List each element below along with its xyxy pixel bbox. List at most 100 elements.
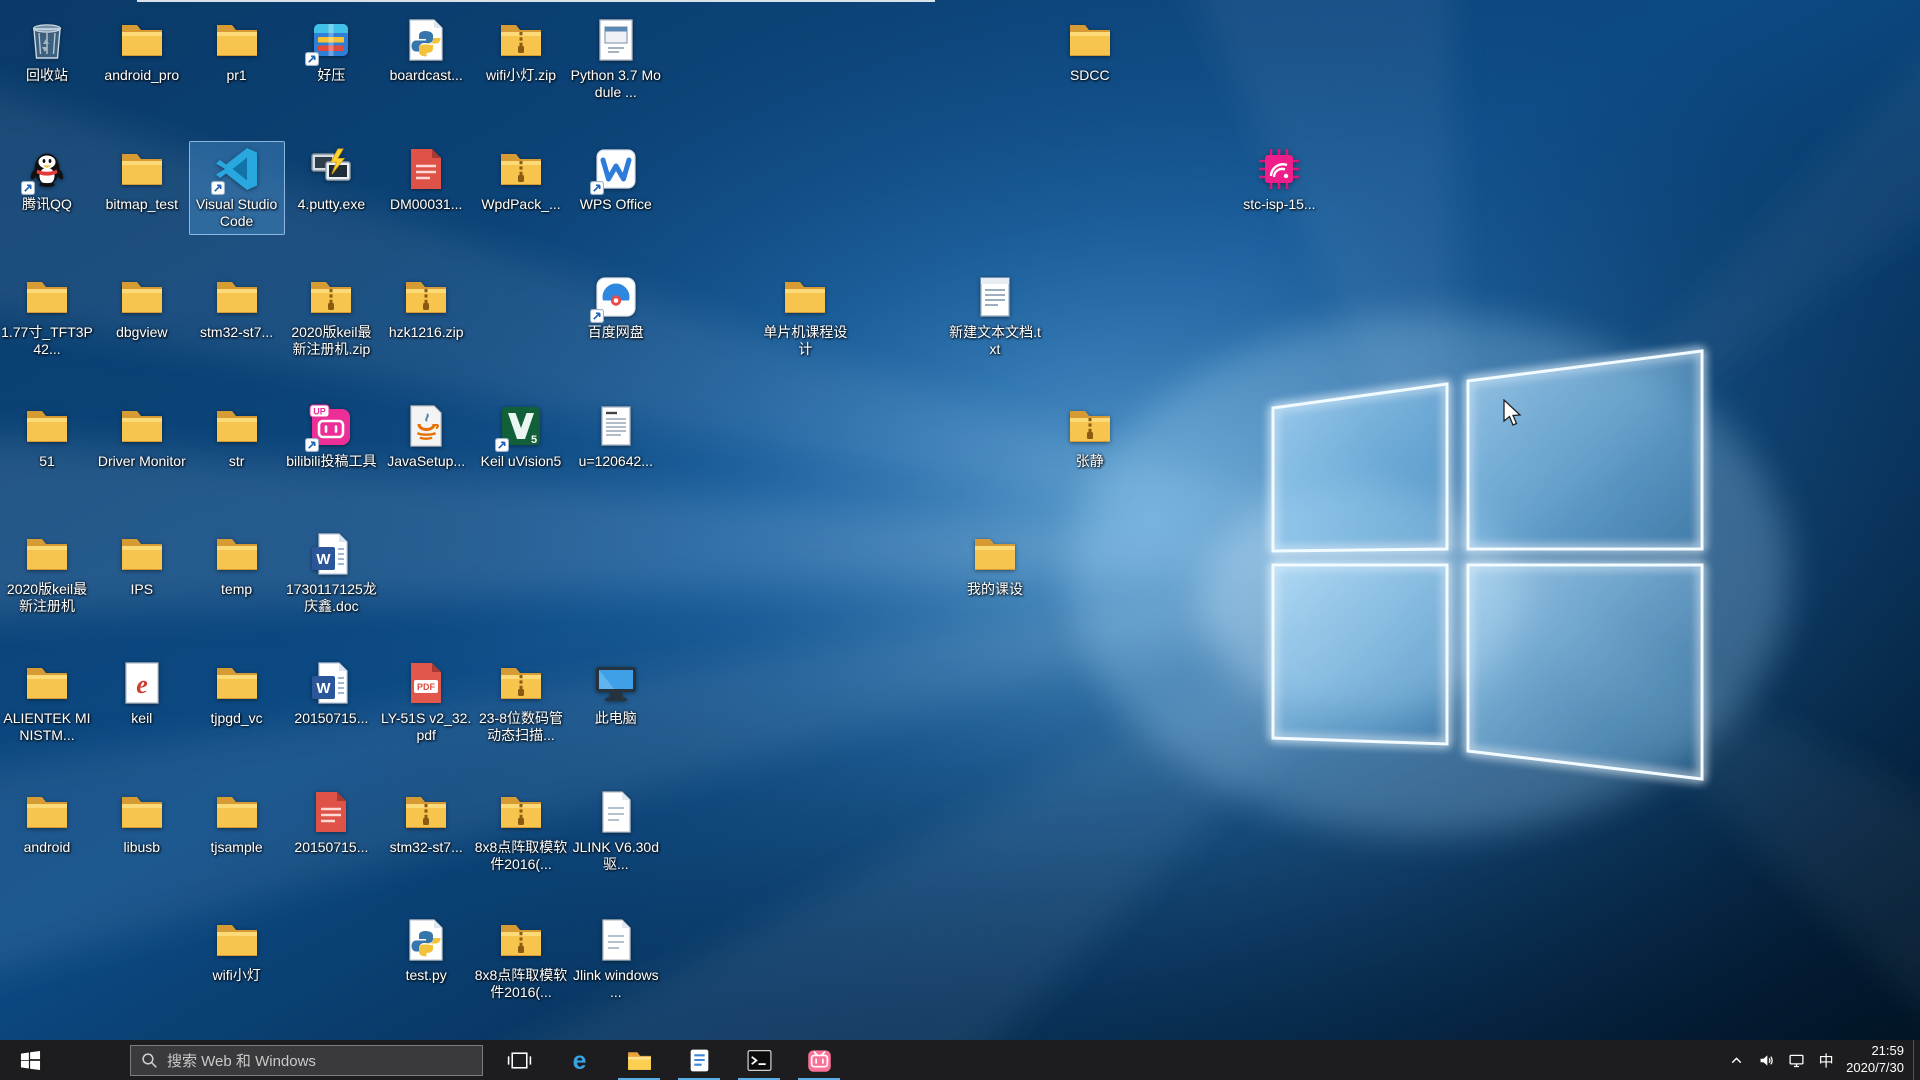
- desktop-icon[interactable]: 此电脑: [568, 655, 664, 732]
- desktop-icon[interactable]: 8x8点阵取模软件2016(...: [473, 912, 569, 1006]
- folder-icon: [118, 530, 166, 578]
- ime-indicator[interactable]: 中: [1811, 1040, 1841, 1080]
- file-explorer-button[interactable]: [609, 1040, 669, 1080]
- desktop-icon[interactable]: W20150715...: [283, 655, 379, 732]
- desktop-icon[interactable]: ALIENTEK MINISTM...: [0, 655, 95, 749]
- desktop-icon[interactable]: temp: [189, 526, 285, 603]
- desktop-icon-label: test.py: [406, 967, 447, 984]
- desktop-icon[interactable]: 4.putty.exe: [283, 141, 379, 218]
- system-tray: 中 21:59 2020/7/30: [1721, 1040, 1920, 1080]
- desktop-icon[interactable]: W1730117125龙庆鑫.doc: [283, 526, 379, 620]
- desktop-icon[interactable]: tjpgd_vc: [189, 655, 285, 732]
- desktop-icon[interactable]: test.py: [378, 912, 474, 989]
- volume-icon[interactable]: [1751, 1040, 1781, 1080]
- desktop-icon[interactable]: 单片机课程设计: [757, 269, 853, 363]
- desktop-icon[interactable]: 2020版keil最新注册机: [0, 526, 95, 620]
- search-placeholder: 搜索 Web 和 Windows: [167, 1050, 316, 1071]
- desktop-icon[interactable]: bitmap_test: [94, 141, 190, 218]
- taskbar-clock[interactable]: 21:59 2020/7/30: [1841, 1043, 1913, 1077]
- desktop-icon[interactable]: 20150715...: [283, 784, 379, 861]
- desktop-icon-label: 好压: [317, 67, 345, 84]
- desktop-icon[interactable]: 51: [0, 398, 95, 475]
- desktop-icon[interactable]: PDFLY-51S v2_32.pdf: [378, 655, 474, 749]
- tray-chevron-up-icon[interactable]: [1721, 1040, 1751, 1080]
- desktop-icon[interactable]: 我的课设: [947, 526, 1043, 603]
- desktop-icon[interactable]: android_pro: [94, 12, 190, 89]
- desktop-icon[interactable]: JavaSetup...: [378, 398, 474, 475]
- desktop-icon-label: 此电脑: [595, 710, 637, 727]
- desktop-icon[interactable]: 腾讯QQ: [0, 141, 95, 218]
- reddoc-icon: [402, 145, 450, 193]
- desktop-icon[interactable]: 张静: [1042, 398, 1138, 475]
- python-icon: [402, 916, 450, 964]
- desktop-icon[interactable]: boardcast...: [378, 12, 474, 89]
- reddoc-icon: [307, 788, 355, 836]
- desktop-icon[interactable]: SDCC: [1042, 12, 1138, 89]
- desktop-icon[interactable]: wifi小灯: [189, 912, 285, 989]
- desktop-icon-label: 4.putty.exe: [298, 196, 365, 213]
- shortcut-arrow-icon: [21, 181, 35, 195]
- desktop-icon[interactable]: 好压: [283, 12, 379, 89]
- desktop-icon[interactable]: stm32-st7...: [189, 269, 285, 346]
- desktop-icon[interactable]: android: [0, 784, 95, 861]
- document-app-button[interactable]: [669, 1040, 729, 1080]
- desktop-icon[interactable]: stc-isp-15...: [1231, 141, 1327, 218]
- desktop-icon[interactable]: 5Keil uVision5: [473, 398, 569, 475]
- desktop-icon[interactable]: tjsample: [189, 784, 285, 861]
- desktop-icon[interactable]: stm32-st7...: [378, 784, 474, 861]
- desktop-icon[interactable]: pr1: [189, 12, 285, 89]
- mouse-cursor: [1502, 399, 1522, 429]
- desktop-icon[interactable]: Python 3.7 Module ...: [568, 12, 664, 106]
- desktop-icon[interactable]: 1.77寸_TFT3P42...: [0, 269, 95, 363]
- desktop-icon[interactable]: ekeil: [94, 655, 190, 732]
- desktop-icon[interactable]: wifi小灯.zip: [473, 12, 569, 89]
- desktop-icon-label: pr1: [226, 67, 246, 84]
- desktop-icon-label: 8x8点阵取模软件2016(...: [474, 839, 568, 873]
- desktop-icon-label: temp: [221, 581, 252, 598]
- desktop-icon[interactable]: 2020版keil最新注册机.zip: [283, 269, 379, 363]
- shortcut-arrow-icon: [590, 181, 604, 195]
- edge-button[interactable]: e: [549, 1040, 609, 1080]
- taskbar-search-box[interactable]: 搜索 Web 和 Windows: [130, 1045, 483, 1076]
- desktop-icon-label: ALIENTEK MINISTM...: [0, 710, 94, 744]
- zip-icon: [497, 916, 545, 964]
- desktop-icon-label: hzk1216.zip: [389, 324, 464, 341]
- desktop-icon[interactable]: 8x8点阵取模软件2016(...: [473, 784, 569, 878]
- desktop-icon[interactable]: libusb: [94, 784, 190, 861]
- desktop-icon[interactable]: IPS: [94, 526, 190, 603]
- start-button[interactable]: [0, 1040, 60, 1080]
- desktop-icon[interactable]: Jlink windows ...: [568, 912, 664, 1006]
- desktop-icon-label: Visual Studio Code: [190, 196, 284, 230]
- network-icon[interactable]: [1781, 1040, 1811, 1080]
- search-icon: [141, 1052, 158, 1069]
- zip-icon: [497, 16, 545, 64]
- svg-text:W: W: [317, 680, 332, 697]
- desktop-icon-label: LY-51S v2_32.pdf: [379, 710, 473, 744]
- desktop-icon[interactable]: DM00031...: [378, 141, 474, 218]
- desktop-icon[interactable]: u=120642...: [568, 398, 664, 475]
- desktop-icon[interactable]: Driver Monitor: [94, 398, 190, 475]
- notepad-icon: [971, 273, 1019, 321]
- desktop-icon[interactable]: hzk1216.zip: [378, 269, 474, 346]
- desktop-icon[interactable]: 回收站: [0, 12, 95, 89]
- desktop-icon-label: boardcast...: [390, 67, 463, 84]
- bilibili-button[interactable]: [789, 1040, 849, 1080]
- desktop-icon[interactable]: Visual Studio Code: [189, 141, 285, 235]
- desktop-icon[interactable]: JLINK V6.30d驱...: [568, 784, 664, 878]
- desktop-icon[interactable]: str: [189, 398, 285, 475]
- task-view-icon: [506, 1047, 533, 1074]
- desktop-icon[interactable]: 23-8位数码管动态扫描...: [473, 655, 569, 749]
- desktop-icon[interactable]: 新建文本文档.txt: [947, 269, 1043, 363]
- task-view-button[interactable]: [489, 1040, 549, 1080]
- show-desktop-button[interactable]: [1913, 1040, 1920, 1080]
- desktop-icon[interactable]: WpdPack_...: [473, 141, 569, 218]
- desktop-icon[interactable]: UPbilibili投稿工具: [283, 398, 379, 475]
- desktop-icon[interactable]: 百度网盘: [568, 269, 664, 346]
- desktop-icon[interactable]: WPS Office: [568, 141, 664, 218]
- command-prompt-button[interactable]: [729, 1040, 789, 1080]
- desktop-icon-label: DM00031...: [390, 196, 462, 213]
- desktop-icon-label: str: [229, 453, 245, 470]
- desktop-icon[interactable]: dbgview: [94, 269, 190, 346]
- desktop-icon-label: stm32-st7...: [200, 324, 273, 341]
- folder-icon: [118, 145, 166, 193]
